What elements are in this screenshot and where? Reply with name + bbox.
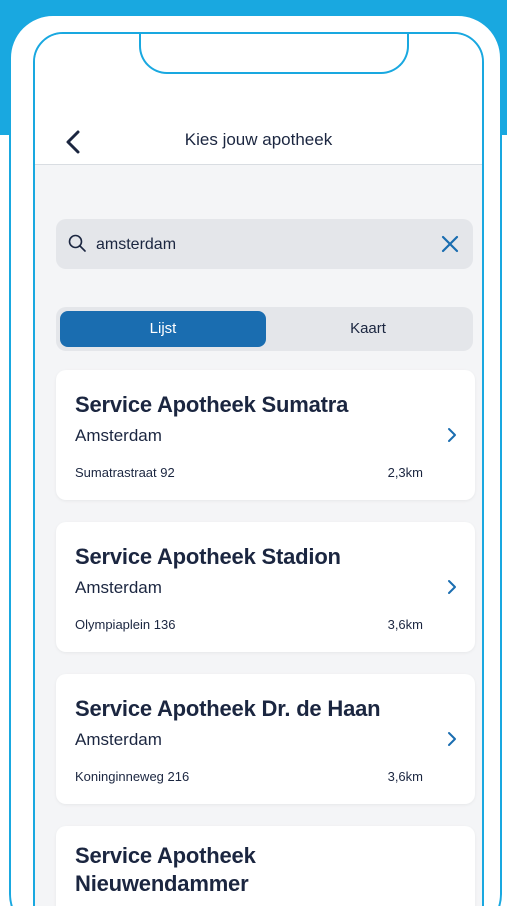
phone-frame: Kies jouw apotheek Lijst Kaart	[9, 14, 502, 906]
pharmacy-name-line: Service Apotheek	[75, 843, 256, 868]
pharmacy-card[interactable]: Service Apotheek Nieuwendammer	[56, 826, 475, 906]
pharmacy-address: Koninginneweg 216	[75, 769, 190, 784]
page-title: Kies jouw apotheek	[184, 130, 333, 149]
view-toggle: Lijst Kaart	[56, 307, 473, 351]
pharmacy-name: Service Apotheek Dr. de Haan	[75, 696, 381, 721]
pharmacy-distance: 3,6km	[387, 769, 423, 784]
chevron-right-icon	[448, 428, 456, 442]
screenshot-stage: Kies jouw apotheek Lijst Kaart	[0, 0, 507, 906]
pharmacy-city: Amsterdam	[75, 426, 162, 445]
tab-list[interactable]: Lijst	[60, 311, 266, 347]
pharmacy-name-line: Nieuwendammer	[75, 871, 249, 896]
chevron-right-icon	[448, 580, 456, 594]
pharmacy-distance: 3,6km	[387, 617, 423, 632]
clear-search-button[interactable]	[439, 233, 461, 255]
search-bar[interactable]	[56, 219, 473, 269]
pharmacy-card[interactable]: Service Apotheek Stadion Amsterdam Olymp…	[56, 522, 475, 652]
pharmacy-distance: 2,3km	[387, 465, 423, 480]
phone-notch	[139, 34, 409, 74]
tab-map[interactable]: Kaart	[265, 311, 471, 347]
pharmacy-name: Service Apotheek Stadion	[75, 544, 341, 569]
search-icon	[68, 234, 86, 252]
pharmacy-card[interactable]: Service Apotheek Sumatra Amsterdam Sumat…	[56, 370, 475, 500]
close-icon	[441, 235, 459, 253]
pharmacy-name: Service Apotheek Sumatra	[75, 392, 349, 417]
chevron-right-icon	[448, 732, 456, 746]
pharmacy-card[interactable]: Service Apotheek Dr. de Haan Amsterdam K…	[56, 674, 475, 804]
pharmacy-city: Amsterdam	[75, 730, 162, 749]
app-screen: Kies jouw apotheek Lijst Kaart	[33, 32, 484, 906]
pharmacy-city: Amsterdam	[75, 578, 162, 597]
pharmacy-name: Service Apotheek Nieuwendammer	[75, 842, 256, 898]
pharmacy-address: Olympiaplein 136	[75, 617, 176, 632]
search-input[interactable]	[94, 231, 418, 259]
pharmacy-address: Sumatrastraat 92	[75, 465, 175, 480]
